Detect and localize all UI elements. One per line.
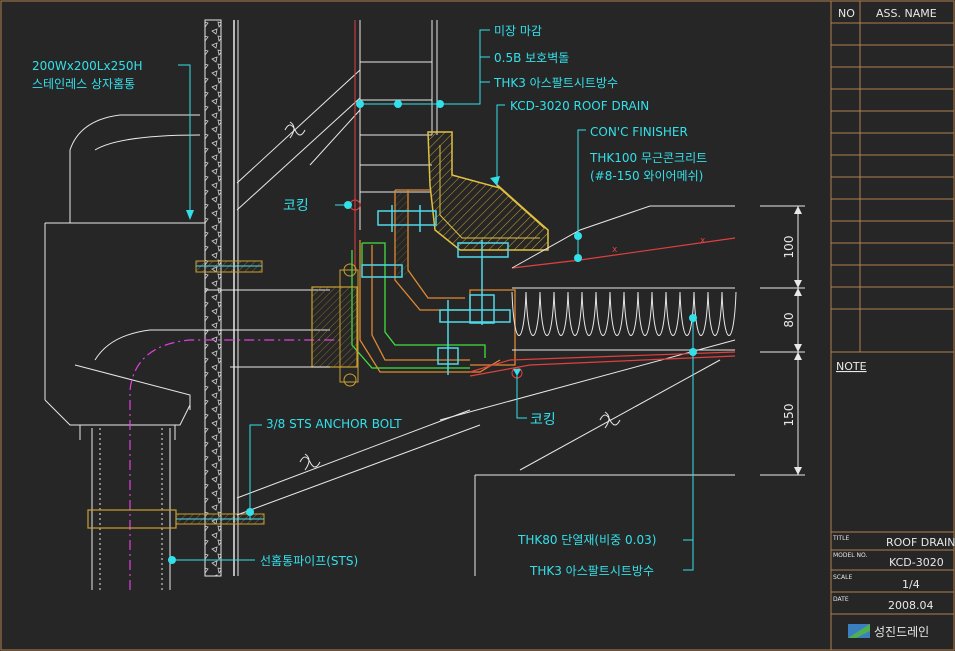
cad-drawing: x x 100 80 150 미장 마감 0.5B 보호벽돌 THK3 아스팔트… xyxy=(0,0,955,651)
label-plain-concrete: THK100 무근콘크리트 xyxy=(589,151,707,165)
left-brick-wall xyxy=(204,19,239,577)
label-insulation: THK80 단열재(비중 0.03) xyxy=(517,533,656,547)
col-ass-name: ASS. NAME xyxy=(876,7,937,20)
company-name: 성진드레인 xyxy=(874,625,929,639)
scale-label: SCALE xyxy=(833,574,852,581)
label-asphalt-bottom: THK3 아스팔트시트방수 xyxy=(529,564,654,578)
roof-drain-flange xyxy=(427,131,549,251)
label-wire-mesh: (#8-150 와이어메쉬) xyxy=(590,169,703,183)
label-caulking-left: 코킹 xyxy=(283,198,309,214)
label-box-gutter-1: 200Wx200Lx250H xyxy=(32,59,143,73)
date-label: DATE xyxy=(833,596,849,603)
title-label: TITLE xyxy=(832,535,849,542)
wall-bolt-upper xyxy=(195,260,263,273)
label-caulking-bottom: 코킹 xyxy=(530,412,556,428)
outlet-coupling xyxy=(230,263,359,387)
dim-150: 150 xyxy=(782,404,796,427)
label-pipe: 선홈통파이프(STS) xyxy=(260,554,358,568)
note-label: NOTE xyxy=(836,360,867,373)
membrane-markers: x x xyxy=(612,236,706,255)
label-conc-finisher: CON'C FINISHER xyxy=(590,125,688,139)
label-anchor-bolt: 3/8 STS ANCHOR BOLT xyxy=(266,417,402,431)
label-roof-drain: KCD-3020 ROOF DRAIN xyxy=(510,99,649,113)
scale-value: 1/4 xyxy=(902,578,920,591)
label-asphalt-top: THK3 아스팔트시트방수 xyxy=(493,76,618,90)
label-box-gutter-2: 스테인레스 상자홈통 xyxy=(32,77,135,91)
date-value: 2008.04 xyxy=(888,599,934,612)
slab-bottom xyxy=(474,474,735,576)
company-logo-icon xyxy=(848,624,870,638)
title-value: ROOF DRAIN xyxy=(886,536,955,549)
downpipe xyxy=(91,428,171,590)
drawing-canvas: x x 100 80 150 미장 마감 0.5B 보호벽돌 THK3 아스팔트… xyxy=(0,0,955,651)
label-finish: 미장 마감 xyxy=(494,24,542,38)
label-protect-wall: 0.5B 보호벽돌 xyxy=(494,51,569,65)
model-value: KCD-3020 xyxy=(889,556,944,569)
svg-text:x: x xyxy=(700,236,706,246)
model-label: MODEL NO. xyxy=(833,552,868,559)
dim-100: 100 xyxy=(782,236,796,259)
dim-80: 80 xyxy=(782,312,796,327)
insulation-layer xyxy=(511,291,737,351)
svg-text:x: x xyxy=(612,245,618,255)
col-no: NO xyxy=(838,7,855,20)
parts-table-rows xyxy=(831,22,954,310)
